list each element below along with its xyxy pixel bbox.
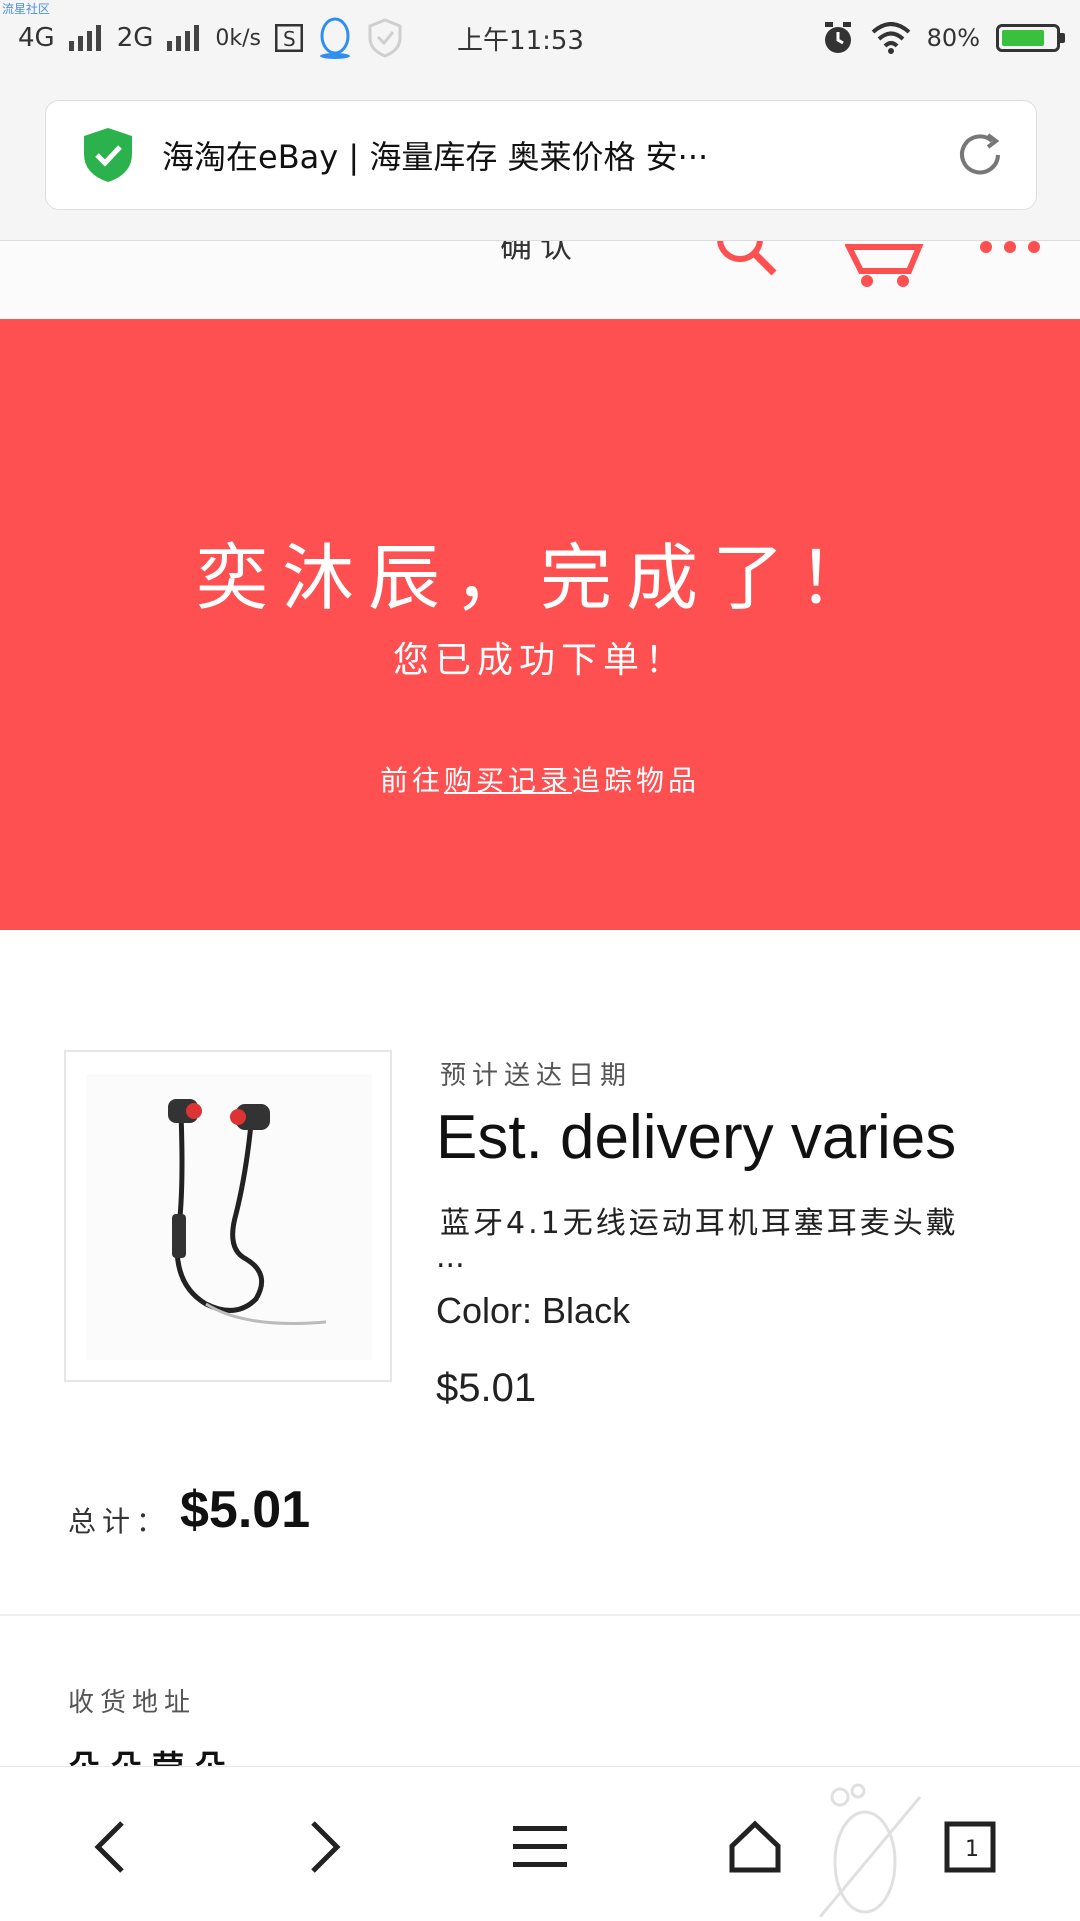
header-title: 确认 [500, 241, 581, 265]
battery-icon [996, 24, 1065, 52]
shield-outline-icon [368, 18, 402, 58]
back-button[interactable] [70, 1807, 150, 1887]
search-icon[interactable] [712, 241, 782, 281]
clock-time: 上午11:53 [457, 25, 584, 56]
link-suffix: 追踪物品 [572, 764, 701, 797]
total-label: 总计： [68, 1505, 171, 1538]
svg-text:S: S [283, 27, 296, 51]
purchase-history-link[interactable]: 购买记录 [444, 764, 572, 797]
reload-icon[interactable] [952, 127, 1008, 183]
more-options-icon[interactable] [978, 241, 1042, 257]
purchase-history-line: 前往购买记录追踪物品 [0, 759, 1080, 799]
svg-text:1: 1 [965, 1837, 979, 1862]
menu-button[interactable] [500, 1807, 580, 1887]
chevron-left-icon [94, 1821, 124, 1873]
confirmation-banner: 奕沐辰，完成了！ 您已成功下单！ 前往购买记录追踪物品 [0, 319, 1080, 930]
link-prefix: 前往 [379, 764, 444, 797]
signal-icon-2 [167, 25, 200, 51]
network-4g-label: 4G [18, 23, 55, 53]
delivery-estimate: Est. delivery varies [436, 1103, 957, 1172]
address-bar[interactable]: 海淘在eBay | 海量库存 奥莱价格 安··· [45, 100, 1037, 210]
footprint-watermark-icon [818, 1783, 922, 1917]
hamburger-menu-icon [513, 1826, 567, 1867]
chevron-right-icon [311, 1821, 341, 1873]
item-title[interactable]: 蓝牙4.1无线运动耳机耳塞耳麦头戴 [440, 1198, 1040, 1242]
browser-toolbar: 海淘在eBay | 海量库存 奥莱价格 安··· [0, 80, 1080, 241]
wifi-icon [871, 22, 910, 54]
item-price: $5.01 [436, 1366, 537, 1410]
confirmation-title: 奕沐辰，完成了！ [195, 536, 884, 620]
battery-percent: 80% [926, 24, 980, 52]
home-icon [729, 1820, 781, 1873]
shipping-section: 收货地址 朵朵莹朵 [0, 1616, 1080, 1766]
item-title-ellipsis: ... [436, 1240, 465, 1275]
s-app-icon: S [275, 24, 304, 52]
status-bar: 流星社区 4G 2G 0k/s S 上午11:53 80% [0, 0, 1080, 80]
confirmation-subtitle: 您已成功下单！ [392, 640, 687, 681]
tabs-button[interactable]: 1 [930, 1807, 1010, 1887]
qq-icon [320, 17, 351, 59]
signal-icon [68, 25, 101, 51]
item-thumbnail[interactable] [64, 1050, 392, 1382]
browser-bottom-nav: 1 [0, 1766, 1080, 1921]
total-value: $5.01 [180, 1481, 311, 1539]
home-button[interactable] [715, 1807, 795, 1887]
battery-level-fill [1002, 30, 1044, 46]
item-color: Color: Black [436, 1290, 631, 1331]
site-header: 确认 [0, 241, 1080, 319]
network-speed: 0k/s [215, 25, 262, 51]
delivery-label: 预计送达日期 [440, 1061, 633, 1091]
earphones-image [86, 1074, 372, 1360]
forward-button[interactable] [285, 1807, 365, 1887]
security-shield-icon [84, 128, 132, 182]
cart-icon[interactable] [845, 241, 925, 291]
tabs-icon: 1 [944, 1821, 996, 1873]
alarm-icon [824, 22, 851, 53]
page-title[interactable]: 海淘在eBay | 海量库存 奥莱价格 安··· [162, 132, 882, 178]
shipping-label: 收货地址 [68, 1688, 197, 1718]
network-2g-label: 2G [116, 23, 154, 53]
recipient-name: 朵朵莹朵 [68, 1742, 236, 1766]
order-summary: 预计送达日期 Est. delivery varies 蓝牙4.1无线运动耳机耳… [0, 930, 1080, 1615]
